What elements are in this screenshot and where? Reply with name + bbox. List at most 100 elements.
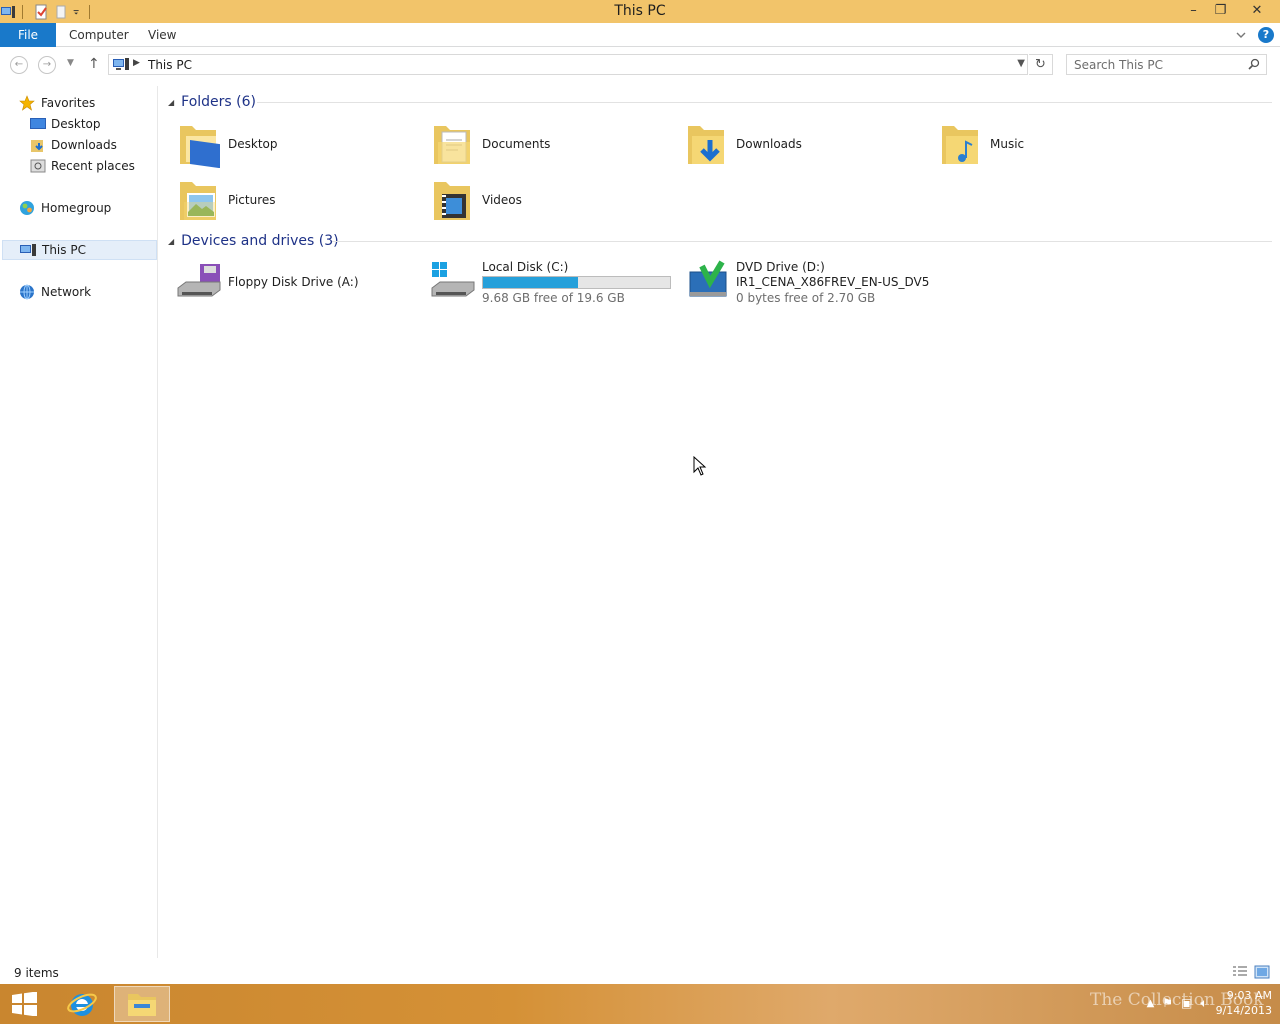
drive-dvd-d[interactable]: DVD Drive (D:) IR1_CENA_X86FREV_EN-US_DV… [684, 256, 929, 308]
drive-label: DVD Drive (D:) [736, 259, 825, 274]
search-icon[interactable] [1248, 58, 1260, 70]
nav-downloads[interactable]: Downloads [30, 135, 117, 155]
ribbon-tabs: File Computer View ? [0, 23, 1280, 47]
expand-ribbon-icon[interactable] [1236, 31, 1246, 39]
search-box[interactable] [1066, 54, 1267, 75]
view-switcher [1232, 965, 1270, 979]
title-bar: This PC – ❐ ✕ [0, 0, 1280, 23]
disk-usage-bar [482, 275, 671, 289]
collapse-triangle-icon[interactable]: ◢ [168, 98, 174, 107]
show-hidden-icons-icon[interactable]: ▲ [1147, 998, 1155, 1009]
folder-downloads[interactable]: Downloads [684, 118, 802, 170]
window-controls: – ❐ ✕ [1180, 0, 1280, 21]
nav-this-pc[interactable]: This PC [2, 240, 157, 260]
nav-label: Recent places [51, 159, 135, 173]
folders-group-header[interactable]: ◢ Folders (6) [168, 92, 256, 112]
videos-folder-icon [434, 182, 470, 220]
volume-icon[interactable]: 🔈︎ [1200, 996, 1207, 1011]
taskbar: The Collection Book ▲ ⚑ ▣ 🔈︎ 9:03 AM 9/1… [0, 984, 1280, 1024]
taskbar-internet-explorer[interactable] [54, 986, 110, 1022]
folder-label: Downloads [736, 137, 802, 151]
network-tray-icon[interactable]: ▣ [1181, 996, 1192, 1010]
forward-button[interactable]: → [38, 56, 56, 74]
network-icon [20, 284, 34, 300]
nav-label: Downloads [51, 138, 117, 152]
nav-network[interactable]: Network [19, 282, 91, 302]
nav-homegroup[interactable]: Homegroup [19, 198, 111, 218]
refresh-button[interactable]: ↻ [1029, 54, 1053, 75]
music-folder-icon [942, 126, 978, 164]
navigation-pane: Favorites Desktop Downloads Recent place… [0, 86, 158, 958]
clock[interactable]: 9:03 AM 9/14/2013 [1216, 988, 1272, 1018]
window-title: This PC [614, 3, 666, 19]
ribbon-controls: ? [1236, 27, 1274, 43]
drive-volume-label: IR1_CENA_X86FREV_EN-US_DV5 [736, 274, 930, 289]
nav-label: Desktop [51, 117, 101, 131]
local-disk-icon [431, 262, 475, 297]
group-divider [332, 241, 1272, 242]
drive-free-space: 9.68 GB free of 19.6 GB [482, 290, 625, 305]
system-tray: ▲ ⚑ ▣ 🔈︎ 9:03 AM 9/14/2013 [1147, 988, 1272, 1018]
up-arrow-icon: ↑ [88, 56, 100, 72]
group-title: Folders (6) [181, 94, 256, 110]
taskbar-file-explorer[interactable] [114, 986, 170, 1022]
nav-favorites[interactable]: Favorites [19, 93, 95, 113]
action-center-flag-icon[interactable]: ⚑ [1162, 996, 1173, 1010]
close-button[interactable]: ✕ [1234, 0, 1280, 21]
homegroup-icon [20, 201, 34, 215]
this-pc-icon [113, 58, 129, 70]
internet-explorer-icon [67, 993, 97, 1016]
collapse-triangle-icon[interactable]: ◢ [168, 237, 174, 246]
star-icon [19, 95, 35, 111]
desktop-icon [30, 118, 46, 129]
nav-label: Homegroup [41, 201, 112, 215]
folder-documents[interactable]: Documents [430, 118, 550, 170]
windows-start-icon[interactable] [8, 992, 40, 1016]
folder-label: Pictures [228, 193, 276, 207]
folder-label: Desktop [228, 137, 278, 151]
address-bar[interactable]: ▶ This PC ▼ [108, 54, 1028, 75]
downloads-folder-icon [31, 140, 43, 152]
this-pc-icon [20, 244, 36, 256]
devices-group-header[interactable]: ◢ Devices and drives (3) [168, 231, 339, 251]
group-title: Devices and drives (3) [181, 233, 339, 249]
nav-label: This PC [42, 243, 86, 257]
file-explorer-icon [128, 994, 156, 1016]
address-path[interactable]: This PC [148, 58, 192, 72]
clock-time: 9:03 AM [1226, 989, 1272, 1002]
mouse-cursor-icon [693, 456, 707, 476]
downloads-folder-icon [688, 126, 724, 164]
drive-local-c[interactable]: Local Disk (C:) 9.68 GB free of 19.6 GB [430, 256, 671, 308]
folder-music[interactable]: Music [938, 118, 1024, 170]
nav-desktop[interactable]: Desktop [30, 114, 101, 134]
recent-locations-dropdown[interactable]: ▼ [67, 58, 74, 68]
drive-floppy[interactable]: Floppy Disk Drive (A:) [176, 256, 359, 308]
group-divider [257, 102, 1272, 103]
folder-desktop[interactable]: Desktop [176, 118, 278, 170]
folder-videos[interactable]: Videos [430, 174, 522, 226]
chevron-down-icon[interactable]: ▼ [1017, 58, 1025, 69]
tab-computer[interactable]: Computer [69, 23, 129, 47]
restore-button[interactable]: ❐ [1207, 0, 1234, 21]
content-area: ◢ Folders (6) Desktop Documents Download… [162, 86, 1276, 958]
tab-view[interactable]: View [148, 23, 176, 47]
clock-date: 9/14/2013 [1215, 1004, 1272, 1017]
up-button[interactable]: ↑ [88, 56, 100, 72]
large-icons-view-icon[interactable] [1254, 965, 1270, 979]
help-icon[interactable]: ? [1258, 27, 1274, 43]
documents-folder-icon [434, 126, 470, 164]
refresh-icon: ↻ [1035, 57, 1046, 72]
nav-recent-places[interactable]: Recent places [30, 156, 135, 176]
folder-label: Videos [482, 193, 522, 207]
drive-label: Floppy Disk Drive (A:) [228, 275, 359, 289]
desktop-folder-icon [180, 126, 220, 168]
chevron-right-icon[interactable]: ▶ [133, 58, 140, 68]
search-input[interactable] [1067, 55, 1237, 74]
minimize-button[interactable]: – [1180, 0, 1207, 21]
details-view-icon[interactable] [1232, 965, 1248, 979]
folder-pictures[interactable]: Pictures [176, 174, 276, 226]
item-count: 9 items [14, 966, 59, 980]
back-arrow-icon: ← [14, 59, 24, 70]
tab-file[interactable]: File [0, 23, 56, 47]
back-button[interactable]: ← [10, 56, 28, 74]
